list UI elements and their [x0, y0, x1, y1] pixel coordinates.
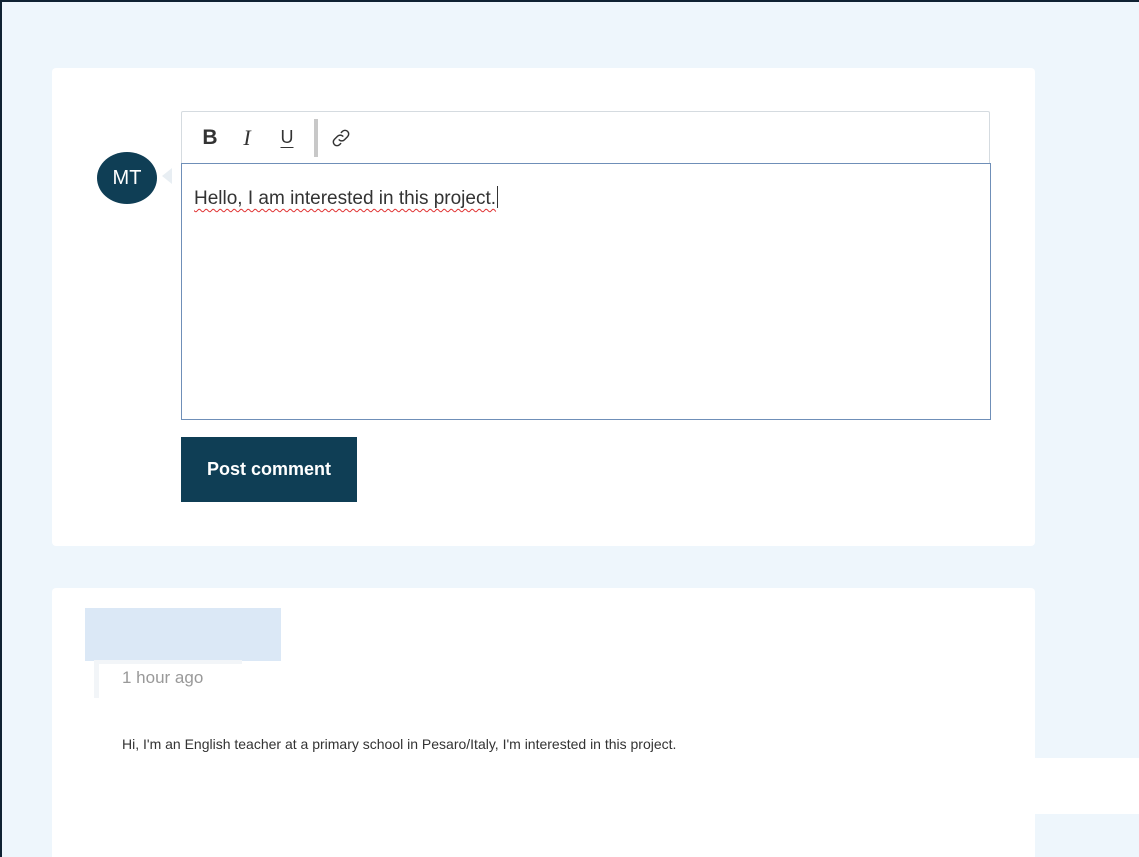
commenter-name-placeholder — [85, 608, 281, 661]
comment-textarea[interactable]: Hello, I am interested in this project. — [181, 163, 991, 420]
link-button[interactable] — [328, 121, 354, 155]
toolbar-divider — [314, 118, 318, 157]
editor-pointer — [162, 168, 172, 184]
bold-button[interactable]: B — [196, 121, 224, 155]
link-icon — [332, 129, 350, 146]
underline-button[interactable]: U — [270, 121, 304, 155]
comment-composer-card: MT B I U Hello, I am interested in this … — [52, 68, 1035, 546]
comment-body: Hi, I'm an English teacher at a primary … — [122, 736, 677, 752]
comment-input-text: Hello, I am interested in this project. — [194, 188, 497, 209]
avatar-initials: MT — [112, 166, 142, 189]
italic-button[interactable]: I — [230, 121, 264, 155]
avatar: MT — [97, 152, 157, 204]
italic-icon: I — [243, 124, 251, 150]
comment-timestamp: 1 hour ago — [122, 668, 204, 687]
text-caret — [497, 186, 499, 208]
underline-icon: U — [280, 127, 294, 147]
editor-toolbar: B I U — [181, 111, 990, 163]
post-comment-button[interactable]: Post comment — [181, 437, 357, 502]
bold-icon: B — [202, 125, 218, 149]
comment-bracket-top — [94, 660, 242, 664]
comment-bracket-side — [94, 662, 99, 698]
comment-card: 1 hour ago Hi, I'm an English teacher at… — [52, 588, 1035, 857]
side-strip — [1035, 758, 1139, 814]
